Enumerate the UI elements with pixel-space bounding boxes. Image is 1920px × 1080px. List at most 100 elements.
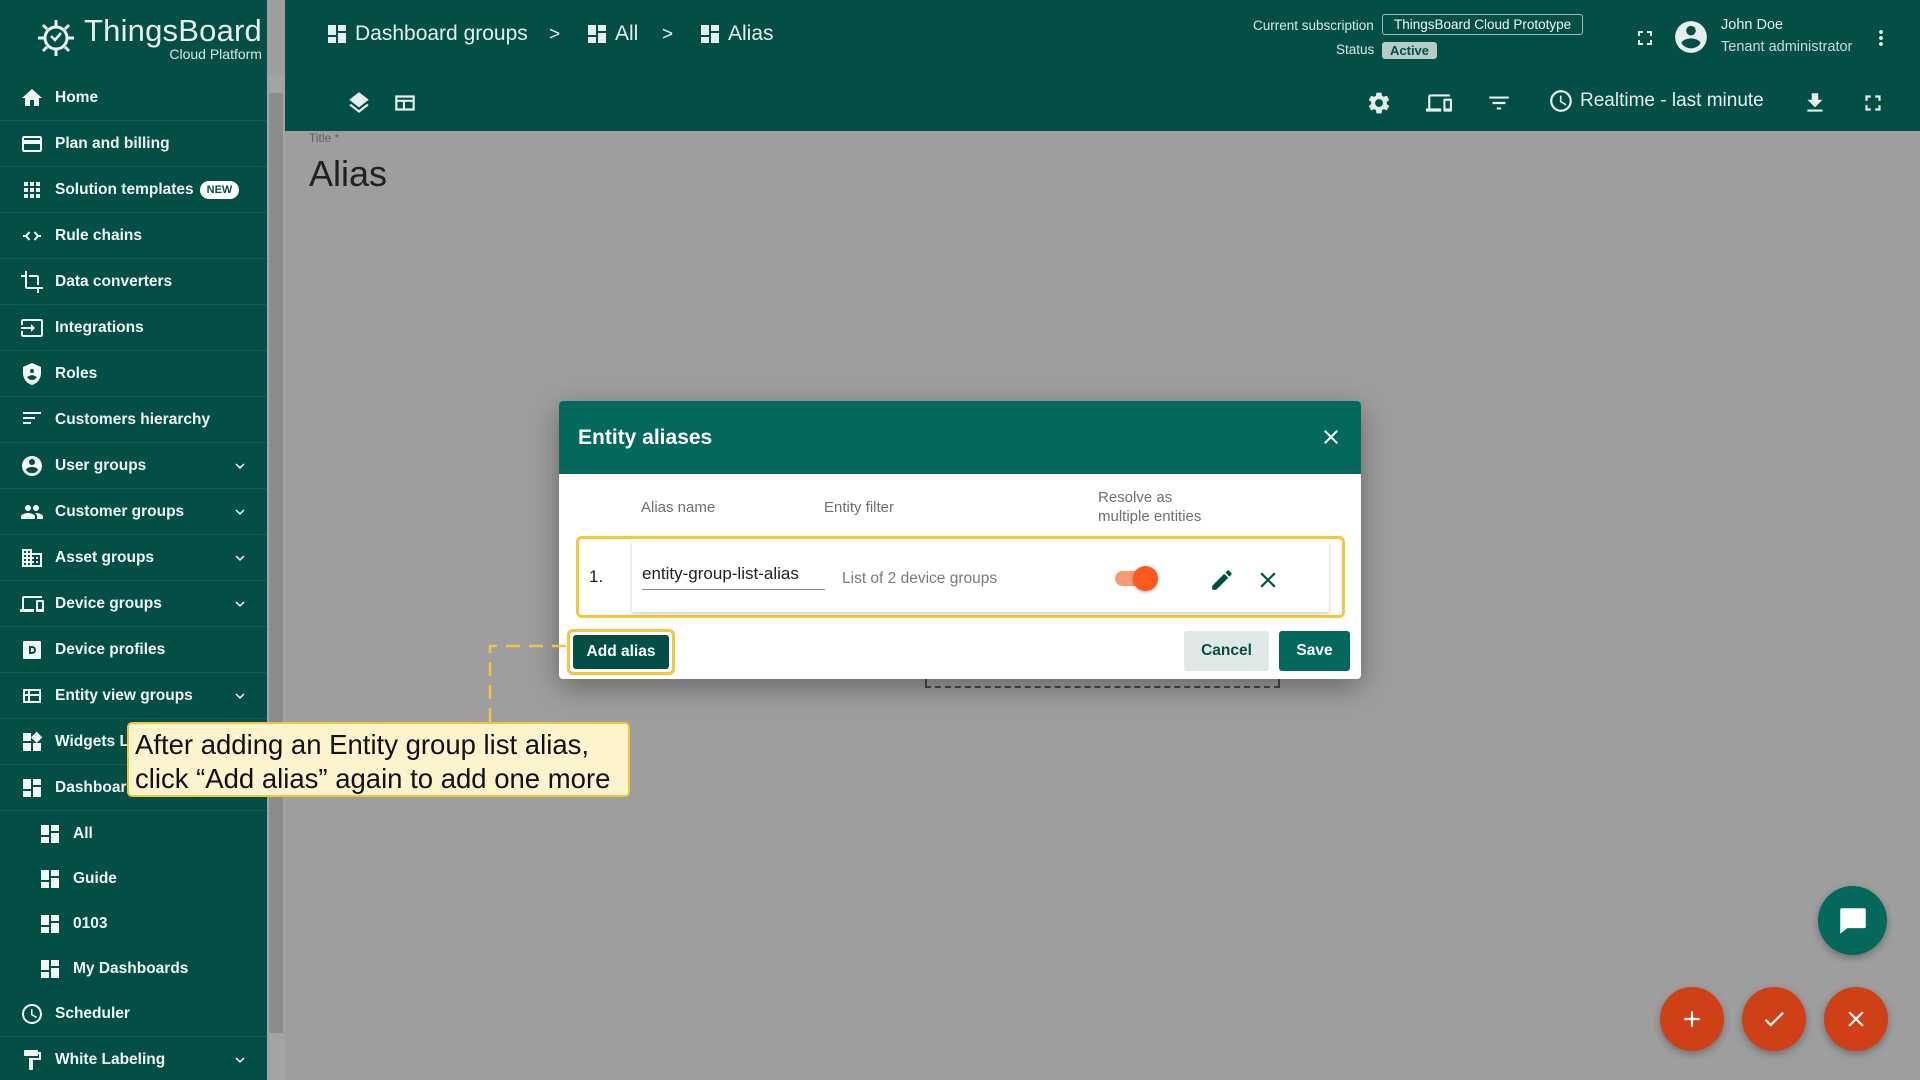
layout-icon[interactable] <box>391 89 419 117</box>
close-icon <box>1848 1011 1864 1027</box>
logo[interactable]: ThingsBoard Cloud Platform <box>0 0 267 75</box>
timewindow-button[interactable]: Realtime - last minute <box>1548 88 1764 114</box>
subscription-label: Current subscription <box>1253 18 1374 33</box>
edit-icon[interactable] <box>1209 567 1235 593</box>
title-field[interactable]: Alias <box>309 153 387 195</box>
add-widget-button[interactable] <box>1660 987 1724 1051</box>
column-header-entity-filter: Entity filter <box>824 499 895 516</box>
chevron-down-icon[interactable] <box>231 503 249 521</box>
drop-zone-outline <box>925 679 1280 688</box>
sidebar-item-all[interactable]: All <box>0 811 267 856</box>
dashboard-icon <box>38 957 62 981</box>
dashboard-icon <box>701 25 719 43</box>
sidebar-item-plan-and-billing[interactable]: Plan and billing <box>0 121 267 167</box>
sidebar-item-home[interactable]: Home <box>0 75 267 121</box>
sidebar-item-label: My Dashboards <box>73 959 189 977</box>
sidebar-item-label: Data converters <box>55 272 173 290</box>
chevron-down-icon[interactable] <box>231 549 249 567</box>
sidebar-item-label: All <box>73 824 93 842</box>
entity-filter-text[interactable]: List of 2 device groups <box>842 570 997 588</box>
decline-changes-button[interactable] <box>1824 987 1888 1051</box>
sidebar-item-roles[interactable]: Roles <box>0 351 267 397</box>
download-icon[interactable] <box>1801 89 1829 117</box>
fullscreen-icon[interactable] <box>1859 89 1887 117</box>
scrollbar-thumb[interactable] <box>269 93 283 1033</box>
new-badge: NEW <box>199 180 240 199</box>
widgets-icon <box>20 730 44 754</box>
sidebar-item-label: Device profiles <box>55 640 166 658</box>
sidebar-item-label: Device groups <box>55 594 162 612</box>
sidebar-item-label: Customers hierarchy <box>55 410 211 428</box>
avatar[interactable] <box>1672 18 1710 56</box>
side-menu: Home Plan and billing Solution templates NE… <box>0 75 267 1080</box>
alias-name-input[interactable] <box>642 564 825 590</box>
close-icon[interactable] <box>1319 425 1343 449</box>
subscription-value[interactable]: ThingsBoard Cloud Prototype <box>1382 14 1584 35</box>
sidebar-item-solution-templates[interactable]: Solution templates NEW <box>0 167 267 213</box>
chat-button[interactable] <box>1818 886 1887 955</box>
status-label: Status <box>1336 42 1375 57</box>
sidebar-item-my-dashboards[interactable]: My Dashboards <box>0 946 267 991</box>
hierarchy-icon <box>20 408 44 432</box>
layers-icon[interactable] <box>345 89 373 117</box>
dashboard-icon <box>38 867 62 891</box>
sidebar-item-customer-groups[interactable]: Customer groups <box>0 489 267 535</box>
sidebar-item-label: Plan and billing <box>55 134 170 152</box>
sidebar-item-customers-hierarchy[interactable]: Customers hierarchy <box>0 397 267 443</box>
integration-icon <box>20 316 44 340</box>
column-header-resolve-line1: Resolve as <box>1098 489 1173 506</box>
sidebar-item-device-profiles[interactable]: Device profiles <box>0 627 267 673</box>
sidebar-item-guide[interactable]: Guide <box>0 856 267 901</box>
billing-icon <box>20 132 44 156</box>
breadcrumb-label: Alias <box>728 22 774 45</box>
apply-changes-button[interactable] <box>1742 987 1806 1051</box>
tooltip-line: After adding an Entity group list alias, <box>135 729 590 760</box>
chevron-down-icon[interactable] <box>231 457 249 475</box>
dialog-title: Entity aliases <box>578 425 713 449</box>
sidebar-item-scheduler[interactable]: Scheduler <box>0 991 267 1037</box>
callout-connector <box>488 644 568 722</box>
filter-icon[interactable] <box>1485 89 1513 117</box>
dashboard-icon <box>38 822 62 846</box>
title-field-label: Title * <box>309 131 340 145</box>
sidebar-item-label: Scheduler <box>55 1004 130 1022</box>
apps-icon <box>20 178 44 202</box>
timewindow-label: Realtime - last minute <box>1580 90 1764 111</box>
resolve-multiple-toggle[interactable] <box>1115 566 1158 591</box>
chevron-down-icon[interactable] <box>231 1051 249 1069</box>
brand-name: ThingsBoard <box>84 12 262 48</box>
domain-icon <box>20 546 44 570</box>
account-icon <box>20 454 44 478</box>
sidebar-item-integrations[interactable]: Integrations <box>0 305 267 351</box>
close-icon[interactable] <box>1255 567 1281 593</box>
sidebar-item-label: Roles <box>55 364 98 382</box>
sidebar-item-asset-groups[interactable]: Asset groups <box>0 535 267 581</box>
breadcrumb-alias: Alias <box>698 22 774 46</box>
sidebar-item-label: Dashboard <box>55 778 136 796</box>
breadcrumb-all[interactable]: All <box>585 22 638 46</box>
guide-tooltip: After adding an Entity group list alias,… <box>127 722 630 797</box>
more-vert-icon[interactable] <box>1869 24 1893 52</box>
sidebar-item-rule-chains[interactable]: Rule chains <box>0 213 267 259</box>
add-alias-button[interactable]: Add alias <box>573 635 669 669</box>
breadcrumb-dashboard-groups[interactable]: Dashboard groups <box>325 22 528 46</box>
sidebar-item-data-converters[interactable]: Data converters <box>0 259 267 305</box>
devices-icon[interactable] <box>1425 89 1453 117</box>
home-icon <box>20 86 44 110</box>
sidebar-item-label: User groups <box>55 456 147 474</box>
fullscreen-icon[interactable] <box>1633 26 1657 50</box>
sidebar-item-label: Home <box>55 88 99 106</box>
view-quilt-icon <box>20 684 44 708</box>
dashboard-icon <box>328 25 346 43</box>
save-button[interactable]: Save <box>1279 631 1350 671</box>
settings-icon[interactable] <box>1365 89 1393 117</box>
sidebar-item-user-groups[interactable]: User groups <box>0 443 267 489</box>
sidebar-item-device-groups[interactable]: Device groups <box>0 581 267 627</box>
chevron-down-icon[interactable] <box>231 595 249 613</box>
sidebar-scrollbar[interactable] <box>267 75 285 1080</box>
sidebar-item-white-labeling[interactable]: White Labeling <box>0 1037 267 1080</box>
sidebar-item-entity-view-groups[interactable]: Entity view groups <box>0 673 267 719</box>
cancel-button[interactable]: Cancel <box>1184 631 1269 671</box>
chevron-down-icon[interactable] <box>231 687 249 705</box>
sidebar-item-0103[interactable]: 0103 <box>0 901 267 946</box>
